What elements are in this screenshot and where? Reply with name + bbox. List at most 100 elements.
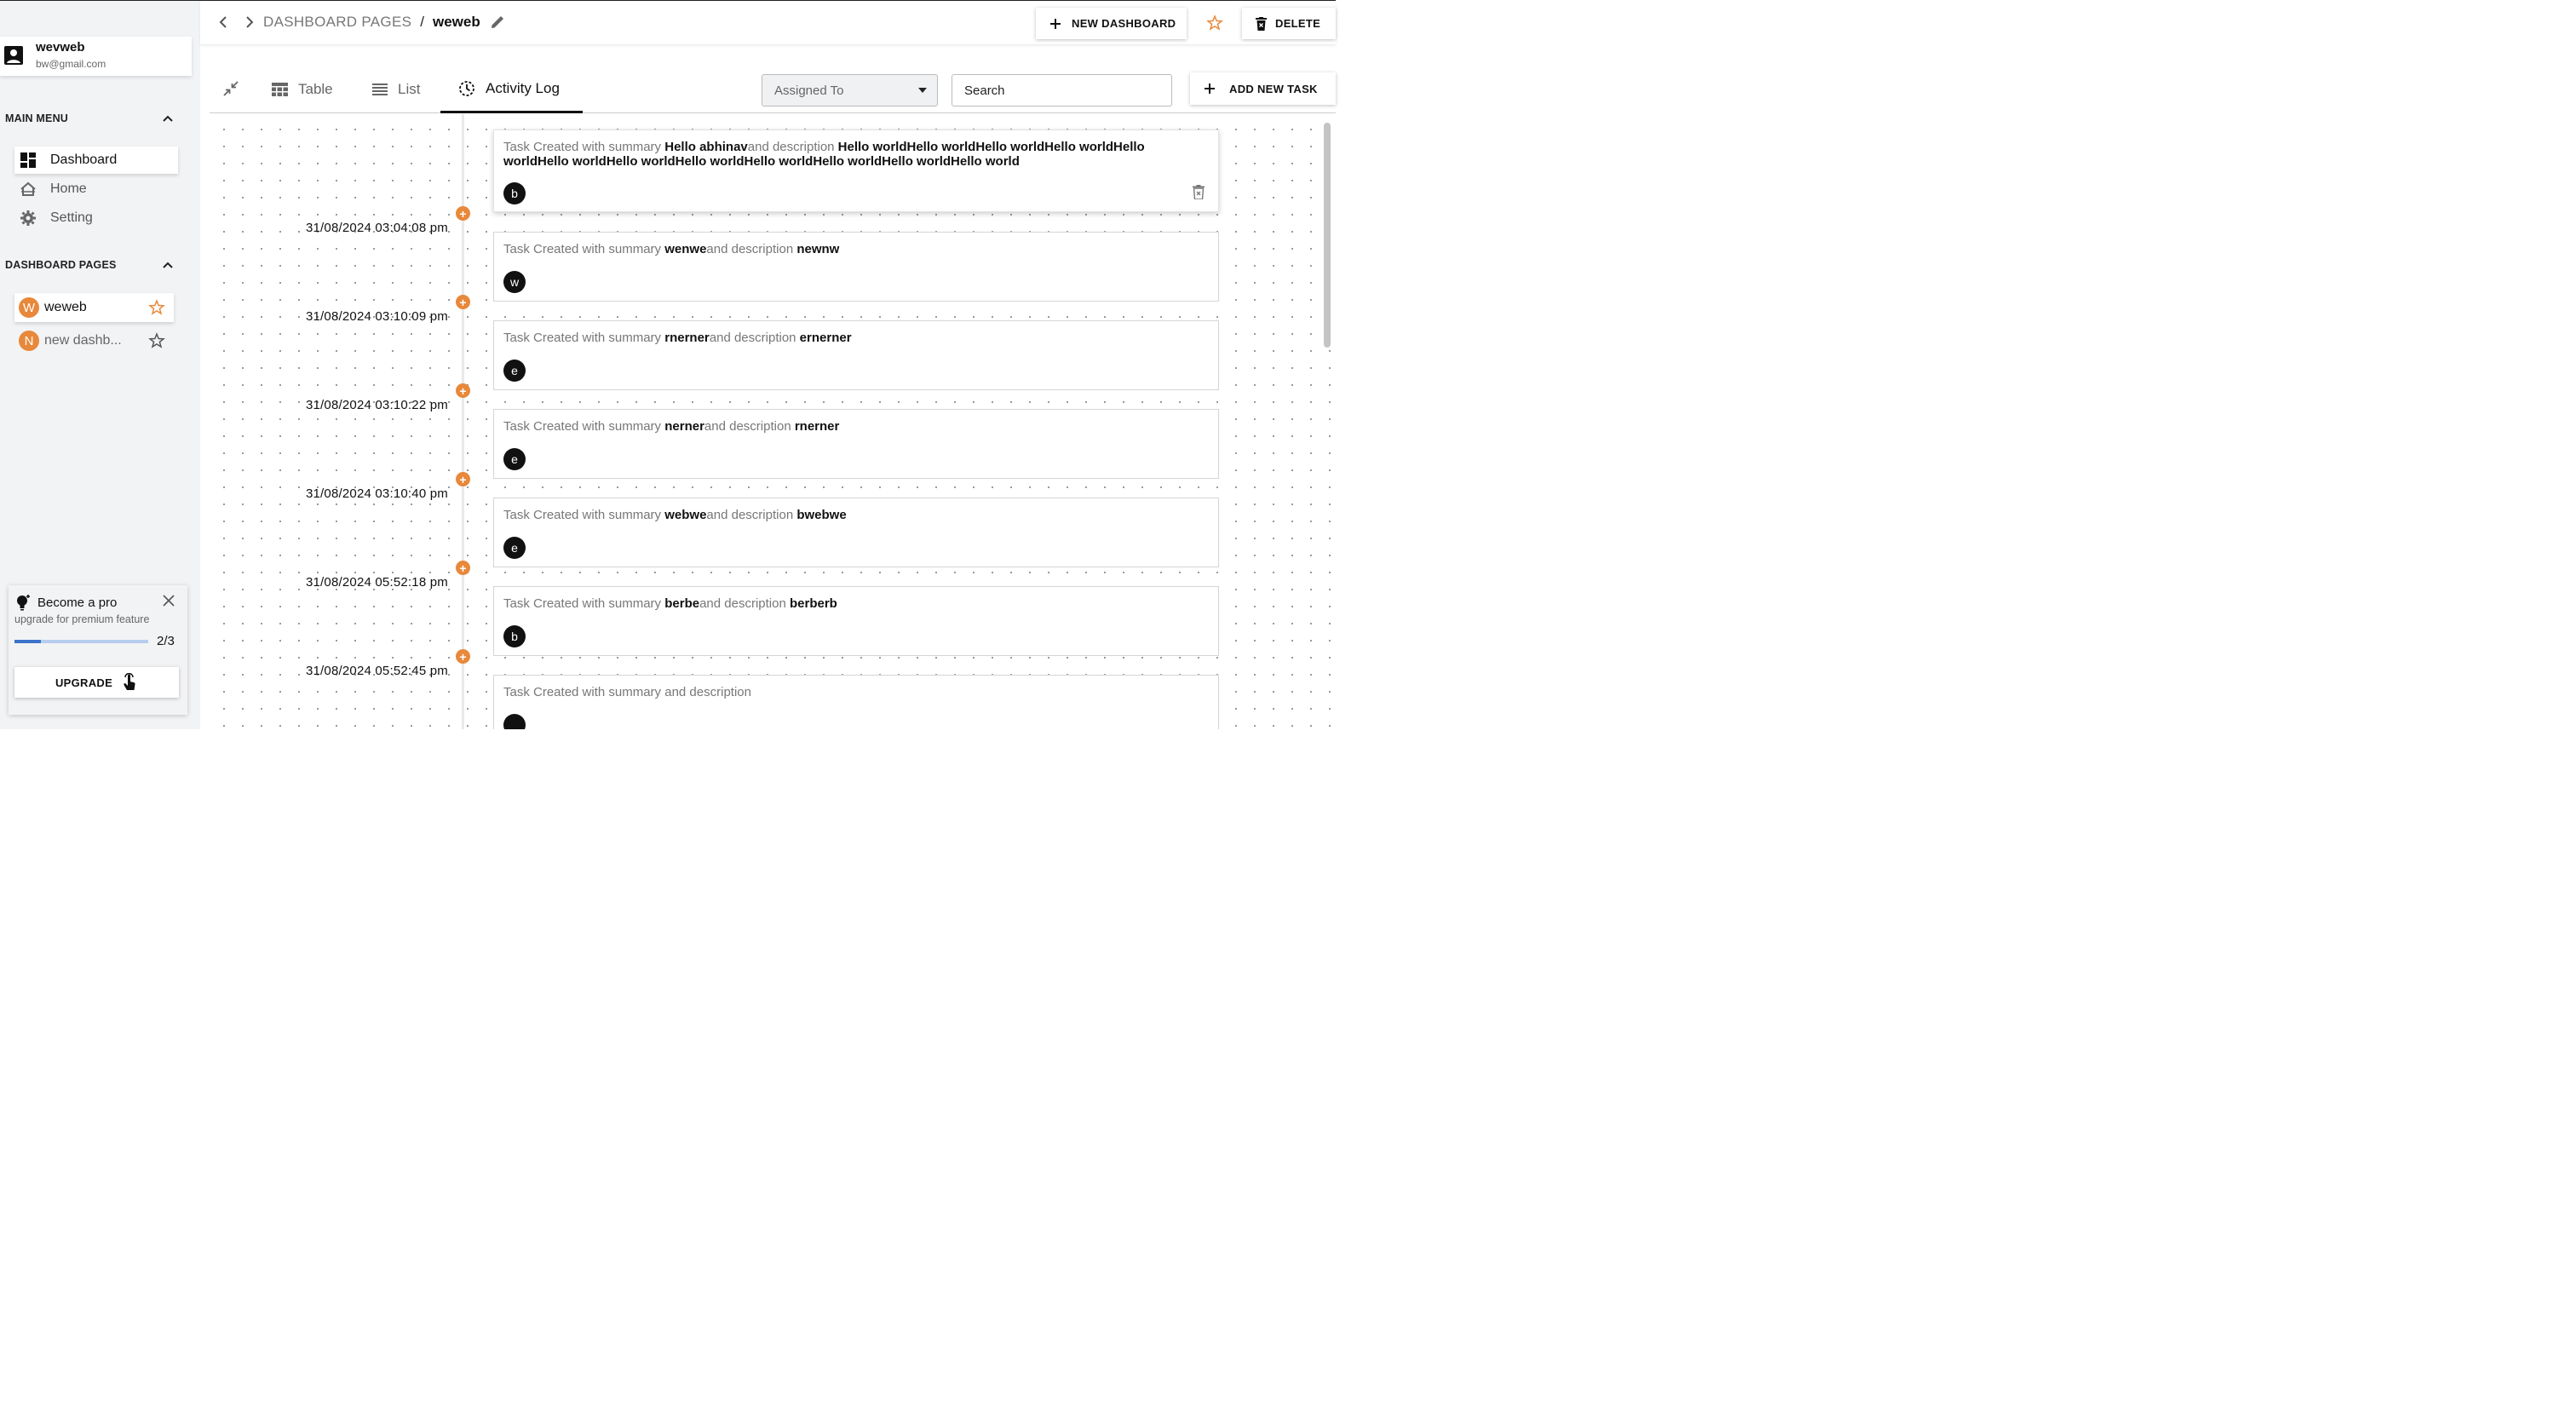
tab-table[interactable]: Table: [272, 66, 333, 113]
new-dashboard-button[interactable]: NEW DASHBOARD: [1036, 8, 1187, 39]
activity-description: ernerner: [799, 331, 852, 345]
favorite-star-icon[interactable]: [1206, 14, 1223, 32]
dashboard-pages-collapse-icon[interactable]: [162, 259, 174, 271]
page-initial-badge: W: [19, 297, 39, 318]
user-card[interactable]: wevweb bw@gmail.com: [0, 37, 192, 76]
assigned-to-select[interactable]: Assigned To: [762, 74, 938, 106]
activity-card[interactable]: Task Created with summary webweand descr…: [493, 498, 1219, 567]
activity-middle: and description: [706, 242, 797, 256]
search-placeholder: Search: [964, 83, 1005, 98]
close-icon[interactable]: [162, 594, 175, 607]
scrollbar-thumb[interactable]: [1324, 123, 1331, 348]
main-menu-collapse-icon[interactable]: [162, 112, 174, 124]
activity-description: berberb: [790, 596, 837, 611]
activity-timestamp: 31/08/2024 03:10:40 pm: [305, 486, 448, 501]
activity-prefix: Task Created with summary: [503, 596, 665, 611]
sidebar-item-dashboard[interactable]: Dashboard: [14, 147, 178, 174]
activity-card[interactable]: Task Created with summary and descriptio…: [493, 675, 1219, 729]
timeline-add-dot-icon[interactable]: +: [456, 472, 470, 486]
add-new-task-button[interactable]: ADD NEW TASK: [1190, 72, 1336, 105]
tab-activity-log[interactable]: Activity Log: [440, 66, 583, 113]
activity-text: Task Created with summary nernerand desc…: [503, 419, 1193, 434]
promo-progress-bar: [14, 640, 148, 643]
delete-label: DELETE: [1275, 17, 1321, 30]
forward-arrow-icon[interactable]: [244, 15, 256, 29]
pencil-icon[interactable]: [490, 14, 506, 30]
activity-prefix: Task Created with summary: [503, 685, 665, 699]
timeline-add-dot-icon[interactable]: +: [456, 561, 470, 575]
upgrade-promo-card: Become a pro upgrade for premium feature…: [9, 585, 187, 715]
breadcrumb-separator: /: [420, 14, 424, 30]
collapse-arrows-icon[interactable]: [223, 81, 239, 96]
activity-text: Task Created with summary wenweand descr…: [503, 242, 1193, 256]
activity-card[interactable]: Task Created with summary nernerand desc…: [493, 409, 1219, 479]
gear-icon: [20, 210, 37, 227]
sidebar-item-home[interactable]: Home: [14, 176, 178, 203]
avatar: w: [503, 271, 526, 293]
timeline-add-dot-icon[interactable]: +: [456, 206, 470, 221]
avatar: b: [503, 625, 526, 647]
activity-description: bwebwe: [796, 508, 847, 522]
activity-card[interactable]: Task Created with summary wenweand descr…: [493, 232, 1219, 302]
dashboard-icon: [20, 152, 37, 169]
promo-progress-fill: [14, 640, 42, 643]
activity-summary: Hello abhinav: [664, 140, 748, 154]
star-icon[interactable]: [148, 332, 165, 349]
activity-prefix: Task Created with summary: [503, 242, 665, 256]
breadcrumb-root[interactable]: DASHBOARD PAGES: [263, 14, 411, 31]
add-new-task-label: ADD NEW TASK: [1229, 82, 1318, 95]
back-arrow-icon[interactable]: [217, 15, 229, 29]
activity-card[interactable]: Task Created with summary Hello abhinava…: [493, 129, 1219, 212]
tab-list[interactable]: List: [372, 66, 420, 113]
activity-timestamp: 31/08/2024 05:52:45 pm: [305, 664, 448, 678]
promo-subtitle: upgrade for premium feature: [14, 613, 150, 625]
activity-text: Task Created with summary berbeand descr…: [503, 596, 1193, 611]
upgrade-button[interactable]: UPGRADE: [14, 667, 179, 698]
dashboard-pages-title: DASHBOARD PAGES: [5, 259, 117, 271]
trash-icon: [1256, 16, 1267, 31]
activity-middle: and description: [704, 419, 795, 434]
activity-text: Task Created with summary rnernerand des…: [503, 331, 1193, 345]
assigned-to-placeholder: Assigned To: [774, 83, 844, 98]
activity-timestamp: 31/08/2024 03:10:22 pm: [305, 398, 448, 412]
sidebar-page-new-dashboard[interactable]: N new dashb...: [14, 326, 174, 355]
plus-icon: [1205, 83, 1215, 94]
delete-button[interactable]: DELETE: [1242, 8, 1336, 39]
activity-description: rnerner: [794, 419, 840, 434]
activity-card[interactable]: Task Created with summary berbeand descr…: [493, 586, 1219, 656]
activity-middle: and description: [706, 508, 797, 522]
activity-text: Task Created with summary and descriptio…: [503, 685, 1193, 699]
sidebar-page-weweb[interactable]: W weweb: [14, 293, 174, 322]
activity-summary: wenwe: [664, 242, 707, 256]
avatar: e: [503, 537, 526, 559]
timeline-add-dot-icon[interactable]: +: [456, 383, 470, 398]
search-input[interactable]: Search: [952, 74, 1172, 106]
activity-card[interactable]: Task Created with summary rnernerand des…: [493, 320, 1219, 390]
promo-title: Become a pro: [37, 596, 118, 610]
sidebar-item-setting[interactable]: Setting: [14, 204, 178, 232]
activity-summary: nerner: [664, 419, 704, 434]
activity-timestamp: 31/08/2024 05:52:18 pm: [305, 575, 448, 590]
sidebar-item-label: Dashboard: [50, 152, 118, 167]
activity-summary: webwe: [664, 508, 707, 522]
activity-middle: and description: [747, 140, 838, 154]
activity-timeline: Task Created with summary Hello abhinava…: [210, 114, 1336, 729]
main-menu-title: MAIN MENU: [5, 112, 69, 124]
avatar: [503, 714, 526, 729]
avatar: e: [503, 360, 526, 382]
star-icon[interactable]: [148, 299, 165, 316]
history-icon: [458, 80, 475, 97]
top-bar: DASHBOARD PAGES / weweb NEW DASHBOARD DE…: [200, 1, 1336, 45]
timeline-add-dot-icon[interactable]: +: [456, 295, 470, 309]
upgrade-button-label: UPGRADE: [55, 676, 113, 689]
lightbulb-icon: [14, 593, 33, 612]
activity-middle: and description: [699, 596, 790, 611]
timeline-add-dot-icon[interactable]: +: [456, 649, 470, 664]
list-icon: [372, 83, 388, 95]
activity-summary: berbe: [664, 596, 700, 611]
breadcrumb: DASHBOARD PAGES / weweb: [263, 14, 480, 31]
avatar: e: [503, 448, 526, 470]
home-icon: [20, 181, 37, 198]
activity-middle: and description: [664, 685, 751, 699]
trash-icon[interactable]: [1193, 185, 1206, 200]
